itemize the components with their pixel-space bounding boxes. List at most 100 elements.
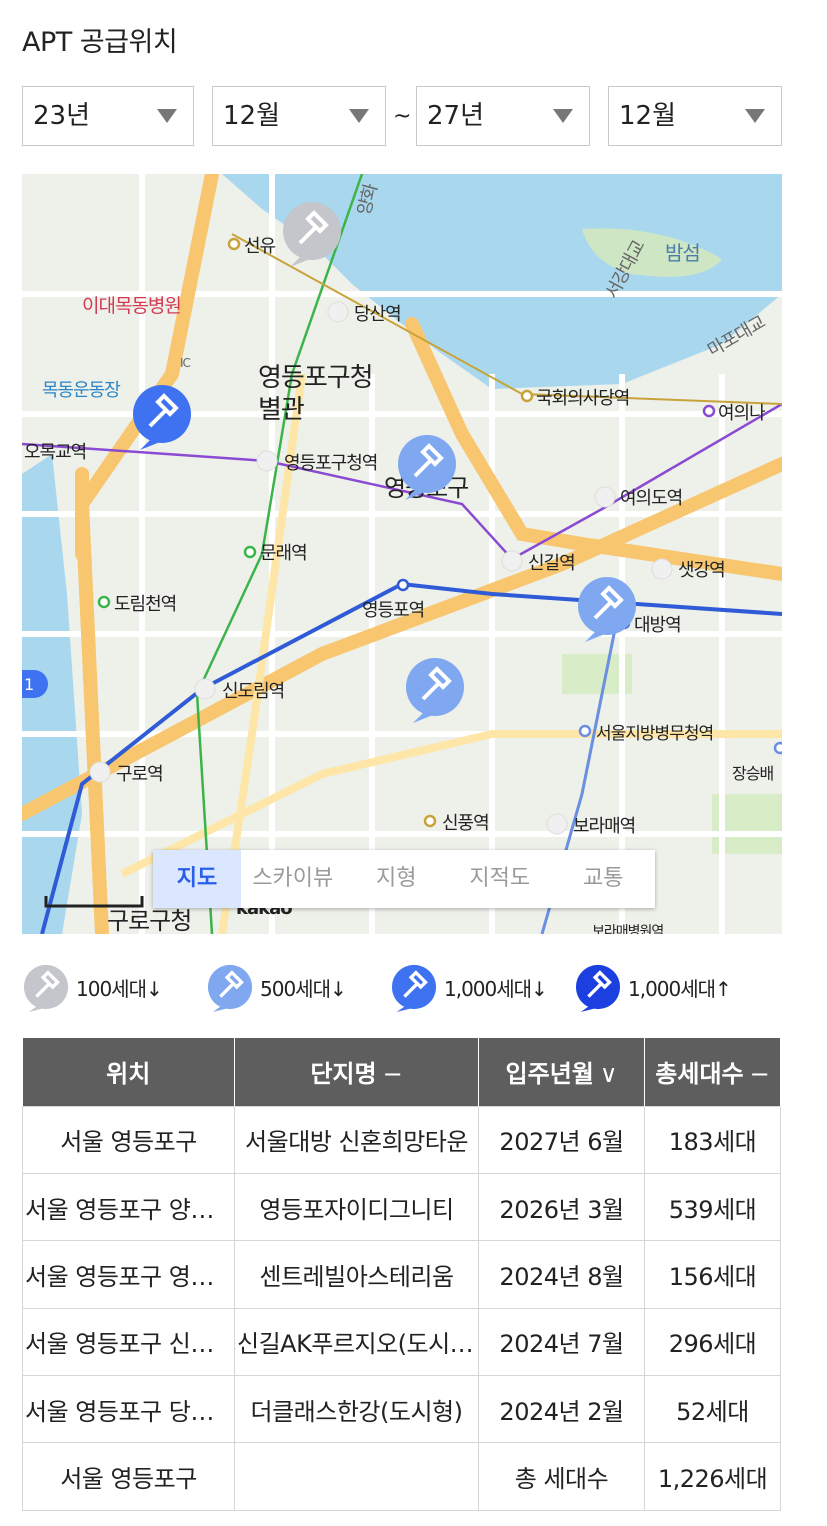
map-label-assembly: 국회의사당역 <box>536 388 629 409</box>
cell-move-in: 2027년 6월 <box>478 1105 645 1174</box>
col-location: 위치 <box>22 1038 235 1106</box>
cell-move-in: 2024년 2월 <box>478 1375 645 1444</box>
legend-item: 1,000세대↑ <box>574 962 732 1012</box>
map-label-office: 영등포구청 <box>258 363 373 393</box>
cell-complex: 신길AK푸르지오(도시형) <box>234 1307 479 1377</box>
legend-label: 1,000세대↓ <box>444 976 548 1001</box>
col-complex-label: 단지명 <box>310 1060 377 1089</box>
table-row[interactable]: 서울 영등포구 양평동 영등포자이디그니티 2026년 3월 539세대 <box>22 1172 781 1242</box>
legend-label: 500세대↓ <box>260 976 347 1001</box>
table-header-row: 위치 단지명 − 입주년월 ∨ 총세대수 − <box>22 1038 781 1106</box>
map-label-yeouido: 여의도역 <box>620 488 682 509</box>
cell-households: 156세대 <box>644 1240 781 1309</box>
legend-label: 100세대↓ <box>76 976 163 1001</box>
complex-marker[interactable] <box>406 658 464 723</box>
map-label-guro: 구로역 <box>116 764 163 785</box>
legend-item: 100세대↓ <box>22 962 163 1012</box>
map-label-boramae: 보라매역 <box>573 816 635 837</box>
table-row[interactable]: 서울 영등포구 서울대방 신혼희망타운 2027년 6월 183세대 <box>22 1105 781 1174</box>
highway-badge-label: 1 <box>24 675 34 694</box>
page-title: APT 공급위치 <box>22 27 178 58</box>
tab-map[interactable]: 지도 <box>153 850 241 908</box>
range-separator: ~ <box>393 104 412 129</box>
sort-icon: ∨ <box>599 1060 618 1089</box>
total-empty <box>234 1442 479 1511</box>
map-view[interactable]: 선유 당산역 이대목동병원 목동운동장 IC 영등포구청 별관 오목교역 영등포… <box>22 174 782 934</box>
to-year-select[interactable]: 27년 <box>416 86 590 146</box>
cell-complex: 서울대방 신혼희망타운 <box>234 1105 479 1174</box>
from-month-value: 12월 <box>223 101 281 131</box>
map-label-hospital: 이대목동병원 <box>82 295 181 317</box>
table-row[interactable]: 서울 영등포구 신길동 신길AK푸르지오(도시형) 2024년 7월 296세대 <box>22 1307 781 1377</box>
map-canvas[interactable]: 선유 당산역 이대목동병원 목동운동장 IC 영등포구청 별관 오목교역 영등포… <box>22 174 782 934</box>
sort-icon: − <box>749 1060 770 1089</box>
map-label-annex: 별관 <box>258 395 304 425</box>
chevron-down-icon <box>745 109 765 123</box>
tab-skyview[interactable]: 스카이뷰 <box>241 850 345 908</box>
tab-traffic[interactable]: 교통 <box>552 850 656 908</box>
cell-location: 서울 영등포구 당산동 <box>22 1375 235 1444</box>
col-households[interactable]: 총세대수 − <box>644 1038 781 1106</box>
map-label-singil: 신길역 <box>528 553 575 574</box>
total-households: 1,226세대 <box>644 1442 781 1511</box>
map-label-munrae: 문래역 <box>260 543 307 564</box>
chevron-down-icon <box>157 109 177 123</box>
sort-icon: − <box>382 1060 403 1089</box>
chevron-down-icon <box>553 109 573 123</box>
from-year-select[interactable]: 23년 <box>22 86 194 146</box>
total-location: 서울 영등포구 <box>22 1442 235 1511</box>
map-label-yeouinaru: 여의나 <box>718 403 765 424</box>
col-households-label: 총세대수 <box>655 1060 744 1089</box>
col-move-in-label: 입주년월 <box>505 1060 594 1089</box>
cell-complex: 더클래스한강(도시형) <box>234 1375 479 1444</box>
table-row[interactable]: 서울 영등포구 영등포동 센트레빌아스테리움 2024년 8월 156세대 <box>22 1240 781 1309</box>
marker-icon <box>23 964 69 1012</box>
cell-location: 서울 영등포구 영등포동 <box>22 1240 235 1309</box>
cell-location: 서울 영등포구 <box>22 1105 235 1174</box>
tab-cadastral[interactable]: 지적도 <box>448 850 552 908</box>
marker-legend: 100세대↓ 500세대↓ 1,000세대↓ 1,000세대↑ <box>22 962 792 1014</box>
cell-location: 서울 영등포구 양평동 <box>22 1172 235 1242</box>
map-label-seoulgov: 서울지방병무청역 <box>596 724 713 744</box>
marker-icon <box>207 964 253 1012</box>
map-label-yeongdeungpo: 영등포역 <box>362 600 424 621</box>
map-label-stadium: 목동운동장 <box>42 380 120 401</box>
cell-households: 539세대 <box>644 1172 781 1242</box>
table-total-row: 서울 영등포구 총 세대수 1,226세대 <box>22 1442 781 1511</box>
map-label-jangseung: 장승배 <box>732 764 773 783</box>
legend-label: 1,000세대↑ <box>628 976 732 1001</box>
col-complex[interactable]: 단지명 − <box>234 1038 479 1106</box>
from-month-select[interactable]: 12월 <box>212 86 386 146</box>
cell-households: 296세대 <box>644 1307 781 1377</box>
col-move-in[interactable]: 입주년월 ∨ <box>478 1038 645 1106</box>
cell-complex: 센트레빌아스테리움 <box>234 1240 479 1309</box>
tab-terrain[interactable]: 지형 <box>345 850 449 908</box>
cell-location: 서울 영등포구 신길동 <box>22 1307 235 1377</box>
supply-table: 위치 단지명 − 입주년월 ∨ 총세대수 − 서울 영등포구 서울대방 신혼희망타운 … <box>22 1038 781 1511</box>
map-label-saetgang: 샛강역 <box>678 560 725 581</box>
total-label: 총 세대수 <box>478 1442 645 1511</box>
marker-icon <box>575 964 621 1012</box>
map-label-ydp-office-station: 영등포구청역 <box>284 453 377 474</box>
legend-item: 500세대↓ <box>206 962 347 1012</box>
cell-move-in: 2024년 8월 <box>478 1240 645 1309</box>
map-label-daebang: 대방역 <box>634 615 681 636</box>
to-month-value: 12월 <box>619 101 677 131</box>
map-label-seonyu: 선유 <box>244 236 276 257</box>
to-month-select[interactable]: 12월 <box>608 86 782 146</box>
table-row[interactable]: 서울 영등포구 당산동 더클래스한강(도시형) 2024년 2월 52세대 <box>22 1375 781 1444</box>
map-type-tabs: 지도 스카이뷰 지형 지적도 교통 <box>153 850 655 908</box>
from-year-value: 23년 <box>33 101 91 131</box>
cell-move-in: 2024년 7월 <box>478 1307 645 1377</box>
major-road <box>74 174 219 934</box>
map-label-omokgyo: 오목교역 <box>24 442 86 463</box>
marker-icon <box>391 964 437 1012</box>
map-label-ic: IC <box>180 356 191 370</box>
cell-complex: 영등포자이디그니티 <box>234 1172 479 1242</box>
map-label-sindorim: 신도림역 <box>222 681 284 702</box>
map-label-dangsan: 당산역 <box>354 304 401 325</box>
cell-households: 183세대 <box>644 1105 781 1174</box>
map-label-boramae-hospital: 보라매병원역 <box>592 924 663 934</box>
map-label-dorimcheon: 도림천역 <box>114 594 176 615</box>
cell-move-in: 2026년 3월 <box>478 1172 645 1242</box>
